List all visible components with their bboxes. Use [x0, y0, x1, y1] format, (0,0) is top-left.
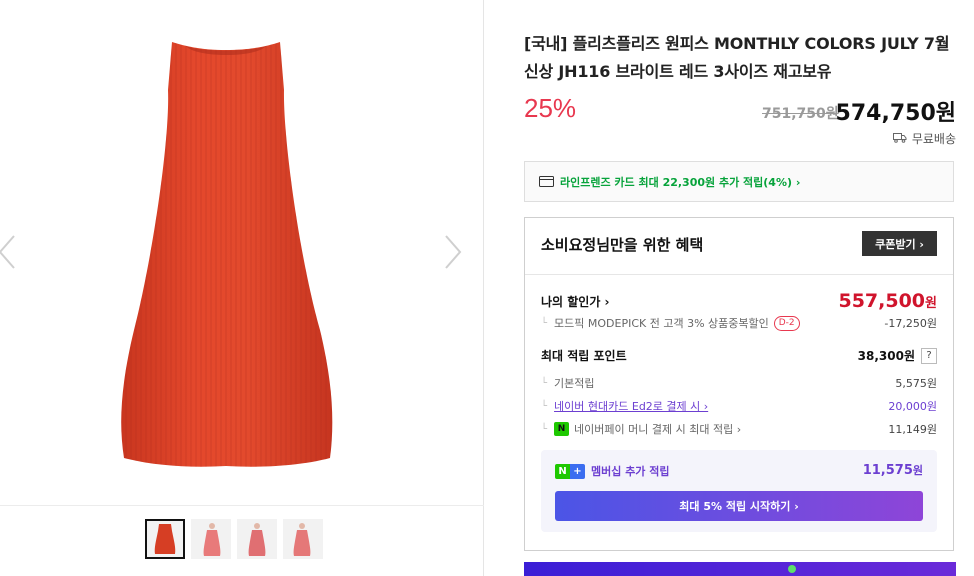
membership-box: N + 멤버십 추가 적립 11,575원 최대 5% 적립 시작하기 ›	[541, 450, 937, 532]
sale-price: 574,750원	[835, 101, 956, 126]
thumbnail-2[interactable]	[191, 519, 231, 559]
my-price-row: 나의 할인가 › 557,500원	[541, 290, 937, 312]
dday-badge: D-2	[773, 315, 800, 331]
coupon-discount-value: -17,250원	[884, 317, 937, 330]
npay-row: └ N 네이버페이 머니 결제 시 최대 적립 › 11,149원	[541, 421, 937, 437]
naver-plus-icon: N +	[555, 463, 585, 479]
naver-card-label: └ 네이버 현대카드 Ed2로 결제 시 ›	[541, 398, 708, 414]
tree-line-icon: └	[541, 377, 548, 389]
shipping-info: 무료배송	[892, 130, 956, 147]
naver-pay-icon: N	[554, 422, 570, 436]
original-price: 751,750원	[762, 106, 839, 122]
membership-value: 11,575원	[863, 462, 923, 478]
points-label: 최대 적립 포인트	[541, 349, 627, 363]
naver-card-link[interactable]: 네이버 현대카드 Ed2로 결제 시 ›	[554, 398, 708, 414]
naver-card-row: └ 네이버 현대카드 Ed2로 결제 시 › 20,000원	[541, 398, 937, 414]
points-value: 38,300원	[857, 349, 915, 363]
product-main-image	[0, 0, 484, 505]
bottom-promo-banner[interactable]	[524, 562, 956, 576]
shipping-label: 무료배송	[911, 132, 956, 146]
coupon-button[interactable]: 쿠폰받기 ›	[862, 231, 937, 256]
start-membership-button[interactable]: 최대 5% 적립 시작하기 ›	[555, 491, 923, 521]
npay-link[interactable]: 네이버페이 머니 결제 시 최대 적립 ›	[574, 421, 741, 437]
credit-card-icon	[539, 172, 554, 191]
card-promo-banner[interactable]: 라인프렌즈 카드 최대 22,300원 추가 적립(4%) ›	[524, 161, 954, 202]
banner-decoration	[788, 565, 796, 573]
product-gallery	[0, 0, 484, 576]
gallery-divider	[0, 505, 484, 506]
benefit-heading: 소비요정님만을 위한 혜택	[541, 236, 704, 254]
basic-points-value: 5,575원	[895, 377, 937, 390]
thumbnail-3[interactable]	[237, 519, 277, 559]
card-promo-text: 라인프렌즈 카드 최대 22,300원 추가 적립(4%) ›	[560, 175, 801, 189]
my-price-unit: 원	[925, 296, 937, 311]
thumbnail-1[interactable]	[145, 519, 185, 559]
help-icon[interactable]: ?	[921, 347, 937, 364]
basic-points-label: └ 기본적립	[541, 375, 595, 391]
basic-points-text: 기본적립	[554, 377, 595, 390]
thumbnail-4[interactable]	[283, 519, 323, 559]
benefit-divider	[525, 274, 953, 275]
my-price-number: 557,500	[838, 290, 926, 312]
naver-card-value: 20,000원	[888, 400, 937, 413]
coupon-discount-label: └ 모드픽 MODEPICK 전 고객 3% 상품중복할인 D-2	[541, 315, 800, 331]
membership-label: 멤버십 추가 적립	[591, 465, 670, 478]
npay-label: └ N 네이버페이 머니 결제 시 최대 적립 ›	[541, 421, 741, 437]
thumbnail-list	[145, 519, 323, 559]
tree-line-icon: └	[541, 423, 548, 435]
npay-value: 11,149원	[888, 423, 937, 436]
truck-icon	[892, 132, 907, 146]
points-value-wrap: 38,300원 ?	[858, 347, 937, 364]
tree-line-icon: └	[541, 317, 548, 329]
basic-points-row: └ 기본적립 5,575원	[541, 375, 937, 391]
discount-rate: 25%	[524, 93, 577, 123]
chevron-right-icon[interactable]	[440, 232, 464, 272]
coupon-line-text: 모드픽 MODEPICK 전 고객 3% 상품중복할인	[554, 317, 769, 330]
points-row: 최대 적립 포인트 38,300원 ?	[541, 347, 937, 364]
membership-number: 11,575	[862, 463, 913, 478]
my-price-label[interactable]: 나의 할인가 ›	[541, 293, 610, 310]
membership-unit: 원	[912, 464, 923, 477]
my-price-value: 557,500원	[838, 290, 937, 312]
tree-line-icon: └	[541, 400, 548, 412]
benefit-panel: 소비요정님만을 위한 혜택 쿠폰받기 › 나의 할인가 › 557,500원 └…	[524, 217, 954, 551]
membership-header: N + 멤버십 추가 적립	[555, 463, 670, 479]
coupon-discount-row: └ 모드픽 MODEPICK 전 고객 3% 상품중복할인 D-2 -17,25…	[541, 315, 937, 331]
product-title: [국내] 플리츠플리즈 원피스 MONTHLY COLORS JULY 7월 신…	[524, 34, 950, 81]
chevron-left-icon[interactable]	[0, 232, 20, 272]
